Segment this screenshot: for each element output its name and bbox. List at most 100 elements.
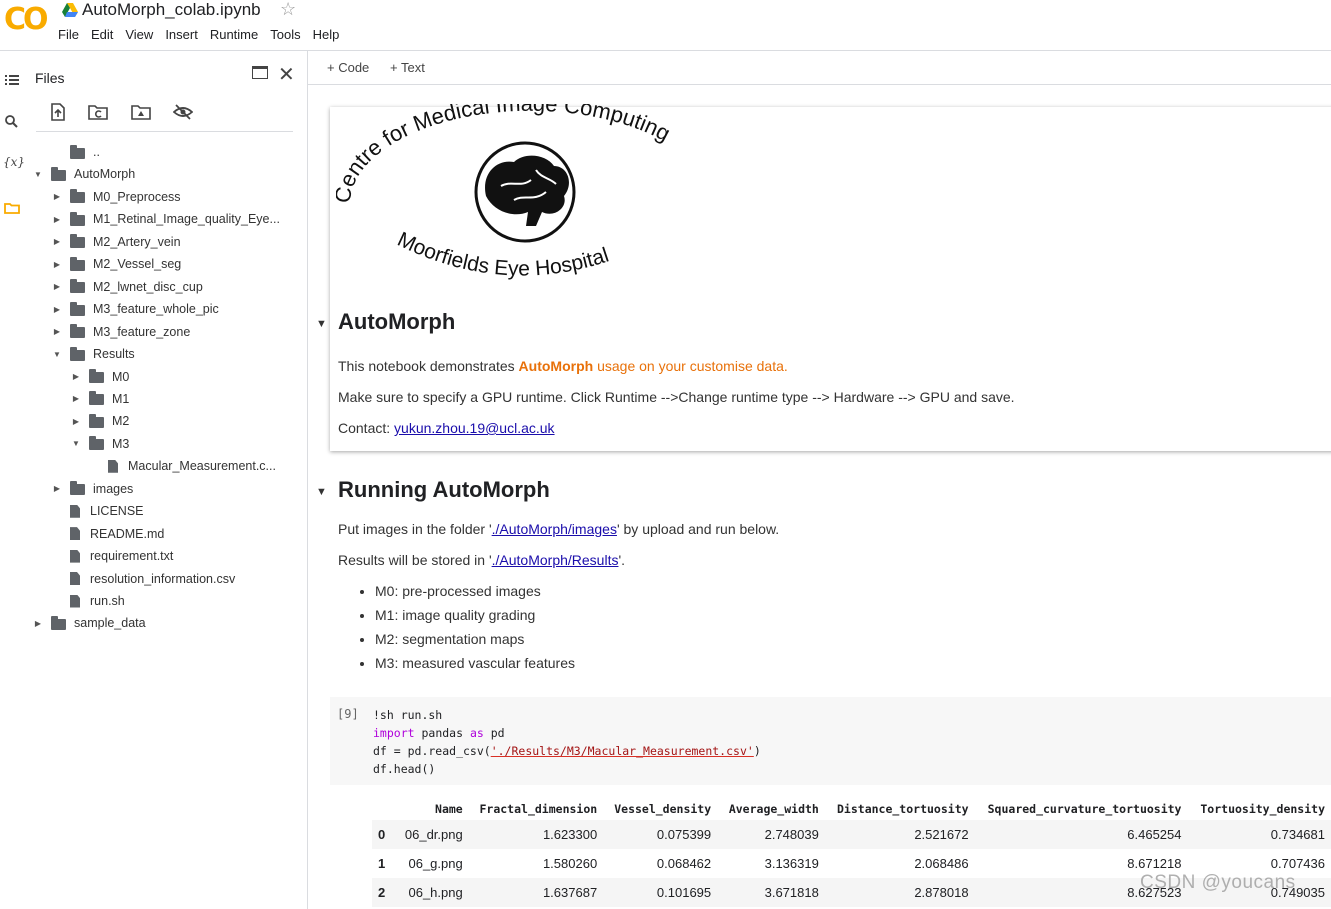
table-cell: 6.465254: [1127, 827, 1182, 842]
panel-divider[interactable]: [307, 51, 308, 909]
menu-help[interactable]: Help: [313, 27, 340, 42]
tree-item-label: Results: [93, 347, 135, 362]
google-drive-icon: [62, 3, 78, 17]
folder-item[interactable]: ▶ images: [52, 479, 133, 499]
folder-item[interactable]: ▶ M1_Retinal_Image_quality_Eye...: [52, 209, 280, 229]
folder-item[interactable]: ▶ M1: [71, 389, 129, 409]
menu-edit[interactable]: Edit: [91, 27, 113, 42]
chevron-down-icon[interactable]: ▼: [33, 170, 43, 179]
execution-count[interactable]: [9]: [337, 707, 359, 721]
chevron-right-icon[interactable]: ▶: [52, 215, 62, 224]
intro-bold: AutoMorph: [518, 358, 594, 374]
tree-item-label: M3: [112, 436, 130, 451]
menu-file[interactable]: File: [58, 27, 79, 42]
folder-item[interactable]: ..: [52, 142, 100, 162]
code-cell[interactable]: [330, 697, 1331, 785]
tree-item-label: Macular_Measurement.c...: [128, 459, 276, 474]
file-item[interactable]: run.sh: [52, 591, 125, 611]
chevron-down-icon[interactable]: ▼: [52, 350, 62, 359]
folder-item[interactable]: ▶ M3_feature_zone: [52, 322, 190, 342]
file-item[interactable]: Macular_Measurement.c...: [90, 456, 276, 476]
chevron-right-icon[interactable]: ▶: [52, 327, 62, 336]
file-item[interactable]: README.md: [52, 524, 164, 544]
folder-item[interactable]: ▼ M3: [71, 434, 129, 454]
folder-icon: [89, 391, 104, 406]
code-line[interactable]: !sh run.sh: [373, 708, 442, 722]
images-folder-link[interactable]: ./AutoMorph/images: [492, 521, 617, 537]
chevron-down-icon[interactable]: ▼: [71, 439, 81, 448]
file-item[interactable]: resolution_information.csv: [52, 569, 235, 589]
colab-logo[interactable]: CO: [4, 2, 48, 37]
hide-files-icon[interactable]: [173, 103, 193, 121]
close-icon[interactable]: ✕: [278, 62, 295, 87]
chevron-right-icon[interactable]: ▶: [33, 619, 43, 628]
upload-paragraph: Put images in the folder './AutoMorph/im…: [338, 521, 779, 537]
mount-drive-icon[interactable]: [131, 103, 151, 121]
folder-icon: [70, 234, 85, 249]
list-item: M2: segmentation maps: [375, 631, 575, 655]
table-cell: 1.623300: [542, 827, 598, 842]
add-code-button[interactable]: + Code: [327, 60, 369, 75]
contact-email-link[interactable]: yukun.zhou.19@ucl.ac.uk: [394, 420, 555, 436]
table-cell: 2.521672: [914, 827, 969, 842]
results-folder-link[interactable]: ./AutoMorph/Results: [492, 552, 619, 568]
folder-item[interactable]: ▶ M2_lwnet_disc_cup: [52, 277, 203, 297]
menu-view[interactable]: View: [125, 27, 153, 42]
open-in-tab-icon[interactable]: [252, 66, 268, 79]
folder-item[interactable]: ▶ M0_Preprocess: [52, 187, 181, 207]
chevron-right-icon[interactable]: ▶: [71, 372, 81, 381]
file-item[interactable]: requirement.txt: [52, 546, 173, 566]
header-divider: [0, 50, 1331, 51]
folder-icon[interactable]: [3, 199, 21, 217]
chevron-right-icon[interactable]: ▶: [52, 260, 62, 269]
chevron-right-icon[interactable]: ▶: [52, 305, 62, 314]
folder-item[interactable]: ▶ M0: [71, 367, 129, 387]
menu-tools[interactable]: Tools: [270, 27, 300, 42]
collapse-section-icon[interactable]: ▼: [316, 486, 327, 498]
table-cell: 0.075399: [656, 827, 712, 842]
table-of-contents-icon[interactable]: [3, 71, 21, 89]
folder-item[interactable]: ▶ M3_feature_whole_pic: [52, 299, 219, 319]
refresh-folder-icon[interactable]: [88, 103, 108, 121]
folder-item[interactable]: ▶ sample_data: [33, 613, 146, 633]
add-text-button[interactable]: + Text: [390, 60, 425, 75]
upload-file-icon[interactable]: [48, 103, 68, 121]
folder-icon: [70, 189, 85, 204]
runtime-note: Make sure to specify a GPU runtime. Clic…: [338, 389, 1015, 405]
chevron-right-icon[interactable]: ▶: [52, 192, 62, 201]
variables-icon[interactable]: {x}: [3, 155, 25, 173]
toolbar-divider: [308, 84, 1331, 85]
search-icon[interactable]: [3, 113, 21, 131]
code-line[interactable]: import pandas as pd: [373, 726, 505, 740]
chevron-right-icon[interactable]: ▶: [71, 417, 81, 426]
code-line[interactable]: df.head(): [373, 762, 435, 776]
file-item[interactable]: LICENSE: [52, 501, 144, 521]
star-icon[interactable]: ☆: [280, 0, 296, 20]
row-index: 0: [378, 827, 386, 842]
folder-item[interactable]: ▶ M2: [71, 411, 129, 431]
menu-insert[interactable]: Insert: [165, 27, 198, 42]
folder-item[interactable]: ▼ Results: [52, 344, 135, 364]
notebook-title[interactable]: AutoMorph_colab.ipynb: [82, 0, 261, 20]
menu-runtime[interactable]: Runtime: [210, 27, 258, 42]
folder-item[interactable]: ▶ M2_Vessel_seg: [52, 254, 181, 274]
folder-item[interactable]: ▶ M2_Artery_vein: [52, 232, 181, 252]
tree-item-label: requirement.txt: [90, 549, 174, 564]
code-line[interactable]: df = pd.read_csv('./Results/M3/Macular_M…: [373, 744, 761, 758]
files-toolbar-divider: [36, 131, 293, 132]
row-index: 2: [378, 885, 386, 900]
collapse-section-icon[interactable]: ▼: [316, 318, 327, 330]
code-token: pandas: [414, 726, 470, 740]
row-index: 1: [378, 856, 386, 871]
intro-paragraph: This notebook demonstrates AutoMorph usa…: [338, 358, 788, 374]
chevron-right-icon[interactable]: ▶: [52, 484, 62, 493]
intro-suffix: usage on your customise data.: [593, 358, 788, 374]
table-cell: 2.878018: [914, 885, 969, 900]
folder-item[interactable]: ▼ AutoMorph: [33, 164, 135, 184]
table-cell: 2.748039: [764, 827, 819, 842]
chevron-right-icon[interactable]: ▶: [52, 282, 62, 291]
chevron-right-icon[interactable]: ▶: [52, 237, 62, 246]
chevron-right-icon[interactable]: ▶: [71, 394, 81, 403]
file-icon: [70, 594, 80, 608]
tree-item-label: M2: [112, 414, 130, 429]
